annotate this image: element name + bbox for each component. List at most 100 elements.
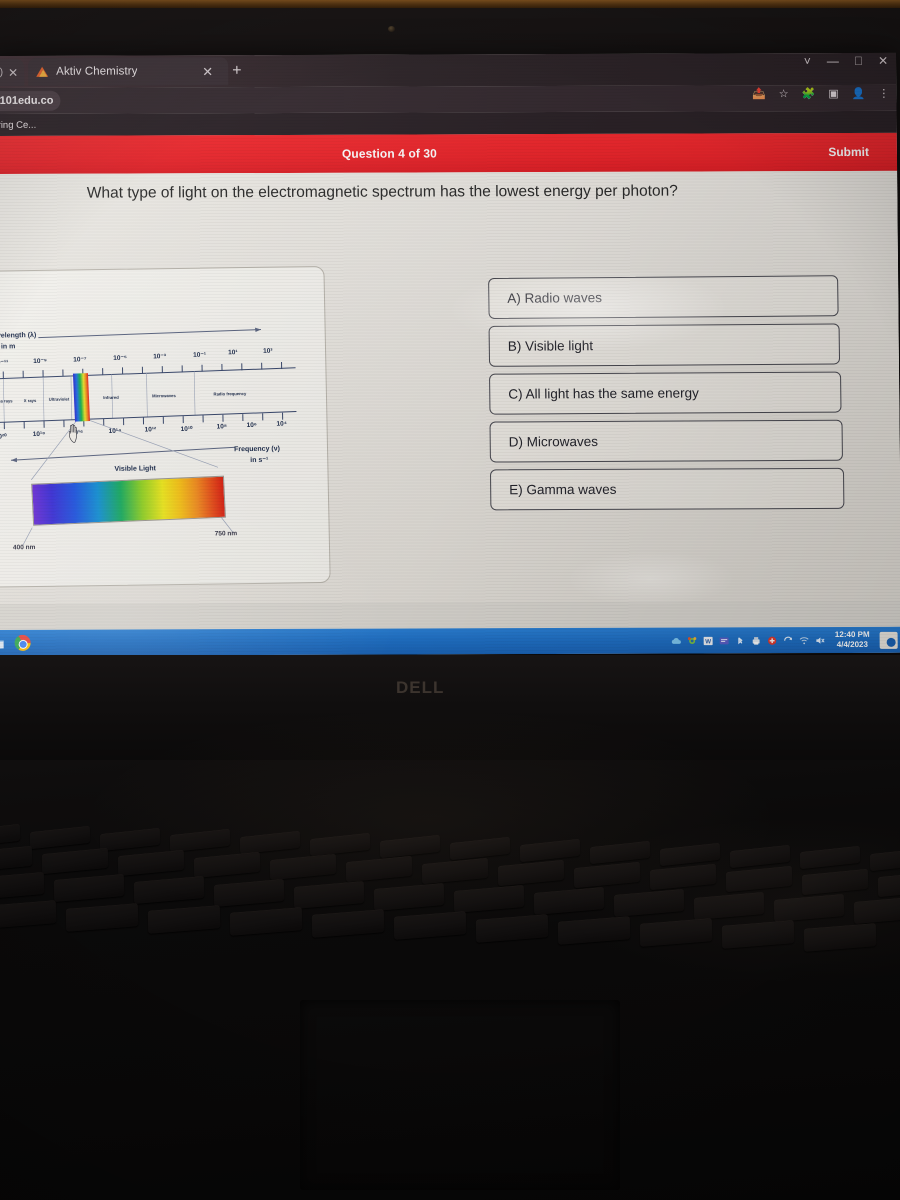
antivirus-icon[interactable] (767, 635, 778, 646)
notification-icon[interactable] (879, 631, 898, 649)
onedrive-cloud-icon[interactable] (671, 635, 682, 646)
chevron-down-icon[interactable]: ˅ (804, 54, 811, 68)
svg-text:W: W (706, 638, 712, 645)
plus-icon[interactable]: + (232, 62, 242, 80)
keyboard-key (379, 834, 441, 859)
answer-option-c[interactable]: C) All light has the same energy (489, 371, 842, 415)
close-icon[interactable]: ✕ (202, 64, 213, 80)
keyboard-key (659, 842, 721, 866)
em-spectrum-diagram: Wavelength (λ) in m Frequency (ν) in s⁻¹… (0, 265, 331, 588)
keyboard-key (729, 844, 791, 868)
taskbar-clock[interactable]: 12:40 PM 4/4/2023 (835, 630, 870, 650)
wavelength-tick-label: 10³ (262, 347, 273, 355)
minimize-icon[interactable]: — (827, 54, 839, 68)
bookmarks-bar: Hiring Ce... (0, 110, 897, 136)
bluetooth-icon[interactable] (735, 635, 746, 646)
sidebar-panel-icon[interactable]: ▣ (828, 88, 839, 100)
band-label-infrared: Infrared (103, 394, 119, 401)
frequency-tick-label: 10¹⁸ (32, 430, 46, 439)
wavelength-tick-label: 10⁻¹ (193, 351, 207, 359)
wavelength-tick-label: 10⁻⁷ (73, 356, 87, 364)
share-icon[interactable]: 📤 (752, 88, 766, 100)
frequency-tick-label: 10²⁰ (0, 433, 7, 441)
browser-address-bar: 101edu.co 📤 ☆ 🧩 ▣ 👤 ⋮ (0, 84, 897, 114)
maximize-icon[interactable]: ⎕ (855, 54, 862, 68)
keyboard-key (773, 893, 845, 922)
band-label-microwaves: Microwaves (152, 393, 176, 399)
volume-icon[interactable] (815, 635, 826, 646)
bookmark-star-icon[interactable]: ☆ (779, 88, 789, 100)
laptop-screen: 1) ✕ Aktiv Chemistry ✕ + ˅ — ⎕ ✕ 101edu.… (0, 52, 900, 656)
wavelength-tick-label: 10⁻¹¹ (0, 359, 9, 367)
browser-tab-partial[interactable]: 1) ✕ (0, 58, 25, 87)
close-icon[interactable]: ✕ (8, 65, 18, 79)
word-icon[interactable]: W (703, 635, 714, 646)
keyboard-key (693, 891, 765, 920)
frequency-axis-units: in s⁻¹ (250, 456, 269, 465)
keyboard-key (239, 831, 301, 855)
answer-options-list: A) Radio waves B) Visible light C) All l… (488, 275, 850, 517)
visible-min-label: 400 nm (12, 544, 36, 552)
frequency-tick-label: 10¹⁰ (180, 425, 193, 433)
keyboard-key (169, 829, 231, 853)
question-text: What type of light on the electromagneti… (86, 182, 678, 202)
keyboard-key (799, 846, 861, 870)
keyboard-key (133, 876, 205, 905)
laptop-keyboard (0, 775, 900, 975)
taskbar-time: 12:40 PM (834, 629, 870, 640)
three-dot-menu-icon[interactable]: ⋮ (878, 88, 889, 100)
browser-tab-active[interactable]: Aktiv Chemistry (28, 57, 229, 86)
frequency-tick-label: 10¹⁴ (108, 427, 122, 435)
keyboard-key (519, 838, 581, 863)
taskbar-date: 4/4/2023 (836, 639, 868, 650)
windows-taskbar: W 12:40 PM 4/4/2023 (0, 626, 900, 656)
browser-toolbar-icons: 📤 ☆ 🧩 ▣ 👤 ⋮ (752, 88, 890, 100)
answer-option-b[interactable]: B) Visible light (488, 323, 841, 367)
keyboard-key (801, 868, 869, 895)
extensions-puzzle-icon[interactable]: 🧩 (802, 88, 816, 100)
dell-brand-logo: DELL (396, 678, 444, 698)
wavelength-tick-label: 10⁻⁹ (33, 357, 48, 366)
pointing-hand-cursor (68, 424, 77, 443)
taskbar-apps (0, 632, 33, 653)
keyboard-key (869, 848, 900, 872)
keyboard-key (0, 872, 45, 901)
visible-light-gradient-bar (31, 475, 226, 526)
url-text: 101edu.co (0, 94, 54, 107)
sync-icon[interactable] (783, 635, 794, 646)
dell-logo-text: DELL (396, 678, 445, 697)
quiz-content: What type of light on the electromagneti… (0, 170, 900, 604)
laptop-trackpad[interactable] (300, 1000, 620, 1190)
keyboard-key (725, 866, 793, 893)
photo-scene: 1) ✕ Aktiv Chemistry ✕ + ˅ — ⎕ ✕ 101edu.… (0, 0, 900, 1200)
keyboard-key (99, 827, 161, 851)
wavelength-tick-label: 10⁻³ (153, 353, 167, 361)
submit-button[interactable]: Submit (828, 145, 869, 159)
wavelength-axis-units: in m (0, 343, 16, 351)
band-label-ultraviolet: Ultraviolet (48, 396, 70, 402)
teams-icon[interactable] (719, 635, 730, 646)
keyboard-key (573, 862, 641, 889)
chrome-icon[interactable] (12, 632, 33, 653)
answer-option-e[interactable]: E) Gamma waves (489, 467, 845, 511)
answer-option-e-label: E) Gamma waves (509, 481, 617, 498)
keyboard-key (117, 849, 185, 877)
answer-option-d[interactable]: D) Microwaves (489, 419, 843, 463)
profile-avatar-icon[interactable]: 👤 (852, 88, 866, 100)
band-label-radio-frequency: Radio frequency (213, 391, 247, 397)
keyboard-key (393, 911, 467, 941)
frequency-tick-label: 10¹² (144, 426, 157, 434)
answer-option-a[interactable]: A) Radio waves (488, 275, 839, 320)
printer-icon[interactable] (751, 635, 762, 646)
frequency-tick-label: 10⁸ (216, 423, 227, 431)
keyboard-key (213, 878, 285, 907)
wifi-icon[interactable] (799, 635, 810, 646)
webcam-icon (388, 26, 395, 32)
bookmark-item[interactable]: Hiring Ce... (0, 119, 36, 130)
url-input[interactable]: 101edu.co (0, 90, 61, 112)
keyboard-key (53, 874, 125, 903)
file-explorer-icon[interactable] (0, 632, 7, 653)
settings-gear-icon[interactable] (687, 635, 698, 646)
close-icon[interactable]: ✕ (878, 54, 888, 68)
keyboard-key (269, 853, 337, 881)
